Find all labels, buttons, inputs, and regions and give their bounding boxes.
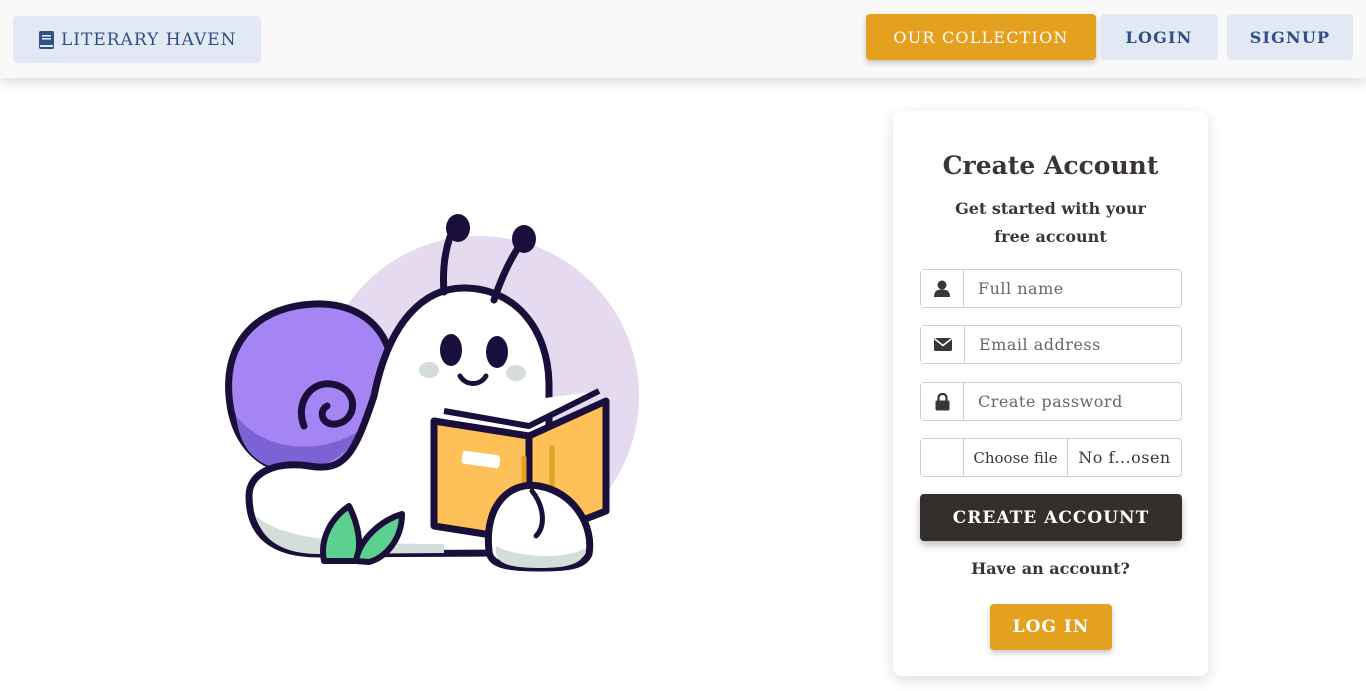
signup-nav-button[interactable]: SIGNUP [1227,14,1353,60]
hero-illustration [144,96,826,691]
email-field [920,325,1182,364]
file-addon [921,439,964,476]
file-name-label: No f...osen [1078,448,1171,467]
password-field [920,382,1182,421]
snail-reading-illustration [225,214,639,572]
file-upload-field: Choose file No f...osen [920,438,1182,477]
user-icon [921,270,964,307]
full-name-field [920,269,1182,308]
our-collection-button[interactable]: OUR COLLECTION [866,14,1096,60]
card-title: Create Account [942,151,1159,180]
envelope-icon [921,326,965,363]
password-input[interactable] [964,383,1181,420]
signup-card: Create Account Get started with your fre… [893,111,1208,676]
full-name-input[interactable] [964,270,1181,307]
log-in-button[interactable]: LOG IN [990,604,1112,650]
email-input[interactable] [965,326,1181,363]
brand-link[interactable]: LITERARY HAVEN [13,16,261,63]
lock-icon [921,383,964,420]
login-nav-button[interactable]: LOGIN [1100,14,1218,60]
brand-label: LITERARY HAVEN [61,29,237,50]
card-subtitle: Get started with your free account [955,199,1146,246]
top-navbar: LITERARY HAVEN OUR COLLECTION LOGIN SIGN… [0,0,1366,78]
choose-file-button[interactable]: Choose file [964,439,1068,476]
create-account-button[interactable]: CREATE ACCOUNT [920,494,1182,541]
have-account-text: Have an account? [971,559,1130,578]
book-icon [39,30,54,49]
